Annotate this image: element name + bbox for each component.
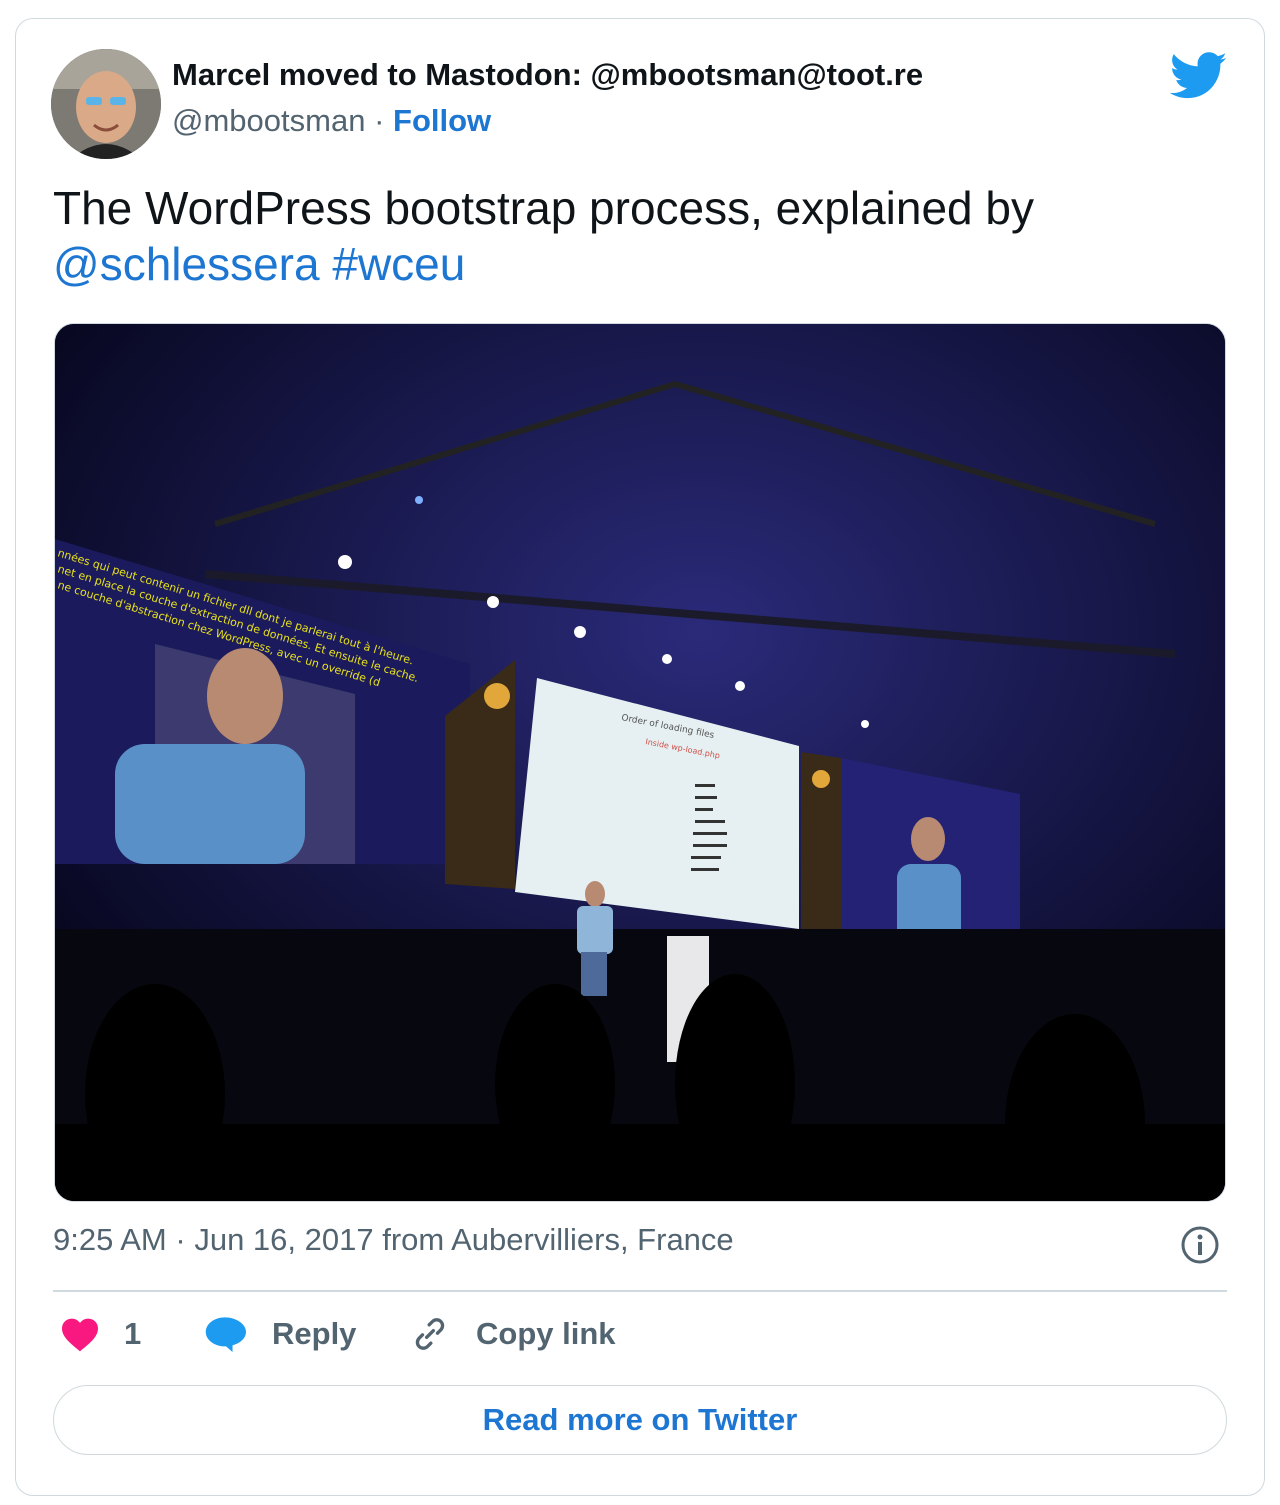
copy-link-label: Copy link: [476, 1316, 616, 1351]
tweet-date: Jun 16, 2017: [194, 1222, 374, 1257]
author-handle[interactable]: @mbootsman: [172, 103, 365, 138]
link-icon: [415, 1318, 445, 1350]
read-more-button[interactable]: Read more on Twitter: [53, 1385, 1227, 1455]
reply-bubble-icon: [205, 1317, 246, 1353]
avatar[interactable]: [51, 49, 161, 159]
mention-link[interactable]: @schlessera: [53, 238, 320, 290]
tweet-text-main: The WordPress bootstrap process, explain…: [53, 182, 1034, 234]
from-label: from: [382, 1222, 445, 1257]
meta-separator: ·: [175, 1222, 186, 1257]
copy-link-button[interactable]: Copy link: [410, 1312, 616, 1356]
like-button[interactable]: 1: [60, 1312, 150, 1356]
reply-label: Reply: [272, 1316, 357, 1351]
like-count: 1: [124, 1316, 142, 1351]
author-display-name[interactable]: Marcel moved to Mastodon: @mbootsman@too…: [172, 57, 923, 93]
tweet-text: The WordPress bootstrap process, explain…: [53, 180, 1183, 292]
info-icon[interactable]: [1180, 1225, 1220, 1265]
twitter-bird-icon[interactable]: [1170, 52, 1228, 100]
divider: [53, 1290, 1227, 1292]
reply-button[interactable]: Reply: [204, 1312, 356, 1356]
heart-icon: [62, 1318, 98, 1352]
hashtag-link[interactable]: #wceu: [332, 238, 465, 290]
stage-photo-illustration: nnées qui peut contenir un fichier dll d…: [55, 324, 1225, 1201]
tweet-location: Aubervilliers, France: [451, 1222, 734, 1257]
read-more-label: Read more on Twitter: [482, 1402, 798, 1437]
tweet-photo[interactable]: nnées qui peut contenir un fichier dll d…: [54, 323, 1226, 1202]
tweet-time: 9:25 AM: [53, 1222, 167, 1257]
follow-button[interactable]: Follow: [393, 103, 491, 138]
author-handle-row: @mbootsman · Follow: [172, 103, 491, 139]
tweet-timestamp[interactable]: 9:25 AM · Jun 16, 2017 from Aubervillier…: [53, 1222, 734, 1258]
handle-separator: ·: [374, 103, 385, 138]
